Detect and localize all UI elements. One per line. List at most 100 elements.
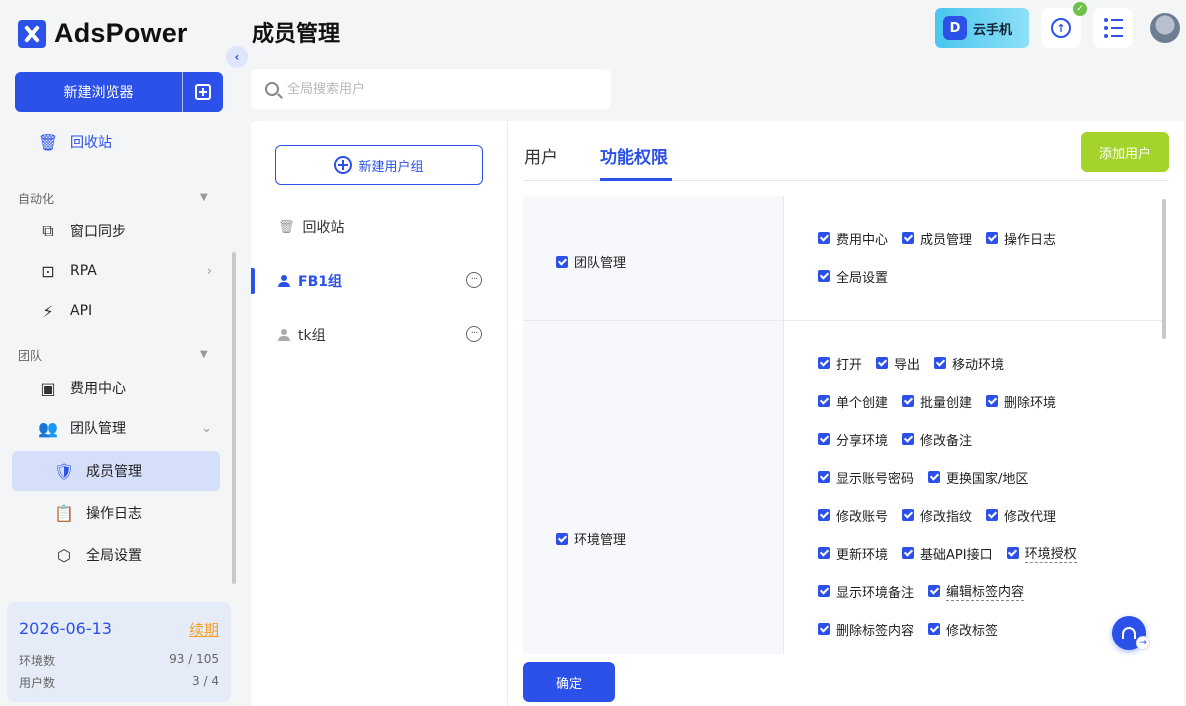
renew-link[interactable]: 续期: [189, 619, 219, 640]
sidebar-item-api[interactable]: ⚡ API: [38, 301, 92, 321]
tab-active-underline: [600, 178, 672, 181]
tab-permissions[interactable]: 功能权限: [600, 143, 668, 168]
checkbox-environment-management[interactable]: 环境管理: [556, 529, 626, 548]
hexagon-gear-icon: ⬡: [57, 545, 71, 565]
checkbox-checked-icon: [902, 232, 915, 244]
search-box[interactable]: [251, 69, 611, 109]
add-user-button[interactable]: 添加用户: [1081, 132, 1169, 172]
checkbox-environment-authorization[interactable]: 环境授权: [1006, 543, 1077, 563]
new-browser-label[interactable]: 新建浏览器: [15, 72, 182, 112]
expiry-date: 2026-06-13: [19, 619, 112, 638]
sidebar-item-recycle[interactable]: 🗑 回收站: [38, 132, 112, 152]
brand-logo[interactable]: AdsPower: [18, 18, 188, 49]
sidebar-item-rpa[interactable]: ⊡ RPA ›: [38, 261, 218, 281]
checkbox-edit-fingerprint[interactable]: 修改指纹: [902, 506, 972, 525]
sidebar-item-operation-log[interactable]: 📋 操作日志: [54, 503, 142, 523]
sidebar-item-team-management[interactable]: 👥 团队管理 ⌄: [38, 418, 218, 438]
group-item-recycle[interactable]: 🗑 回收站: [278, 217, 345, 237]
checkbox-move-environment[interactable]: 移动环境: [934, 354, 1004, 373]
sidebar-item-label: 窗口同步: [70, 224, 126, 240]
checkbox-billing-center[interactable]: 费用中心: [818, 229, 888, 248]
group-item-tk[interactable]: tk组: [278, 325, 326, 345]
user-avatar-button[interactable]: [1145, 8, 1185, 48]
checkbox-checked-icon: [986, 509, 999, 521]
headset-icon: [1122, 627, 1136, 639]
caret-down-icon[interactable]: ▼: [200, 192, 208, 203]
permission-row-environment: 环境管理 打开 导出 移动环境 单个创建 批量创建 删除环境 分享环境 修改备注: [523, 321, 1163, 654]
env-count-row: 环境数 93 / 105: [19, 652, 219, 669]
checkbox-operation-log[interactable]: 操作日志: [986, 229, 1056, 248]
checkbox-batch-create[interactable]: 批量创建: [902, 392, 972, 411]
sidebar: AdsPower 新建浏览器 🗑 回收站 自动化 ▼ ⧉ 窗口同步 ⊡ RPA …: [0, 0, 238, 706]
checkbox-delete-environment[interactable]: 删除环境: [986, 392, 1056, 411]
checkbox-edit-tag-content[interactable]: 编辑标签内容: [928, 581, 1025, 601]
user-count-row: 用户数 3 / 4: [19, 674, 219, 691]
sidebar-item-global-settings[interactable]: ⬡ 全局设置: [54, 545, 142, 565]
group-item-fb1[interactable]: FB1组: [278, 271, 342, 291]
checkbox-show-environment-remark[interactable]: 显示环境备注: [818, 582, 914, 601]
new-group-button[interactable]: 新建用户组: [275, 145, 483, 185]
checkbox-basic-api[interactable]: 基础API接口: [902, 544, 993, 563]
new-browser-button[interactable]: 新建浏览器: [15, 72, 223, 112]
checkbox-checked-icon: [818, 547, 830, 559]
checkbox-show-account-password[interactable]: 显示账号密码: [818, 468, 914, 487]
checkbox-export[interactable]: 导出: [876, 354, 920, 373]
checkbox-checked-icon: [818, 270, 830, 282]
page-title: 成员管理: [252, 22, 341, 47]
checkbox-checked-icon: [556, 255, 568, 268]
checkbox-change-country[interactable]: 更换国家/地区: [928, 468, 1028, 487]
more-options-icon[interactable]: ···: [466, 326, 482, 342]
checkbox-checked-icon: [986, 232, 999, 244]
more-options-icon[interactable]: ···: [466, 272, 482, 288]
checkbox-checked-icon: [1006, 547, 1019, 559]
checkbox-edit-tag[interactable]: 修改标签: [928, 620, 998, 639]
customer-support-button[interactable]: →: [1112, 616, 1150, 650]
permission-category-cell: [523, 321, 784, 654]
checkbox-checked-icon: [818, 433, 830, 445]
users-icon: 👥: [38, 418, 58, 438]
checkbox-global-settings[interactable]: 全局设置: [818, 267, 888, 286]
group-label: tk组: [298, 328, 326, 344]
shield-user-icon: 🛡: [53, 461, 75, 481]
group-label: FB1组: [298, 274, 342, 290]
checkbox-share-environment[interactable]: 分享环境: [818, 430, 888, 449]
checkbox-team-management[interactable]: 团队管理: [556, 252, 626, 271]
new-group-label: 新建用户组: [358, 159, 424, 175]
checkbox-single-create[interactable]: 单个创建: [818, 392, 888, 411]
checkbox-checked-icon: [818, 232, 830, 244]
group-panel: 新建用户组 🗑 回收站 FB1组 ··· tk组 ···: [251, 121, 507, 706]
sidebar-item-window-sync[interactable]: ⧉ 窗口同步: [38, 221, 126, 241]
task-list-button[interactable]: [1093, 8, 1133, 48]
tab-users[interactable]: 用户: [524, 143, 558, 168]
permission-scrollbar[interactable]: [1162, 199, 1166, 339]
checkbox-delete-tag-content[interactable]: 删除标签内容: [818, 620, 914, 639]
checkbox-open[interactable]: 打开: [818, 354, 862, 373]
checkbox-edit-account[interactable]: 修改账号: [818, 506, 888, 525]
caret-down-icon[interactable]: ▼: [200, 349, 208, 360]
checkbox-update-environment[interactable]: 更新环境: [818, 544, 888, 563]
confirm-button[interactable]: 确定: [523, 662, 615, 702]
cloud-phone-label: 云手机: [973, 22, 1013, 38]
checkbox-checked-icon: [902, 395, 915, 407]
search-input[interactable]: [287, 81, 587, 97]
cloud-phone-icon: D: [943, 16, 967, 40]
trash-icon: 🗑: [37, 132, 59, 152]
sidebar-scrollbar[interactable]: [232, 252, 236, 584]
person-icon: [278, 329, 290, 341]
sidebar-item-member-management[interactable]: 🛡 成员管理: [54, 461, 142, 481]
sidebar-item-label: 团队管理: [70, 421, 126, 437]
avatar: [1150, 13, 1180, 43]
sidebar-item-billing[interactable]: ▣ 费用中心: [38, 378, 126, 398]
checkbox-edit-proxy[interactable]: 修改代理: [986, 506, 1056, 525]
cloud-phone-button[interactable]: D 云手机: [935, 8, 1029, 48]
sidebar-item-label: 成员管理: [86, 464, 142, 480]
checkbox-member-management[interactable]: 成员管理: [902, 229, 972, 248]
collapse-sidebar-button[interactable]: ‹: [226, 46, 248, 68]
sync-button[interactable]: ↑ ✓: [1041, 2, 1087, 48]
permission-items-environment: 打开 导出 移动环境 单个创建 批量创建 删除环境 分享环境 修改备注 显示账号…: [818, 344, 1077, 648]
main-panel: 用户 功能权限 添加用户 团队管理 费用中心 成员管理 操作日志 全局设置 环境…: [507, 121, 1184, 706]
plus-square-icon: [195, 84, 211, 100]
batch-create-button[interactable]: [182, 72, 223, 112]
checkbox-edit-remark[interactable]: 修改备注: [902, 430, 972, 449]
sync-upload-icon: ↑: [1051, 18, 1071, 38]
